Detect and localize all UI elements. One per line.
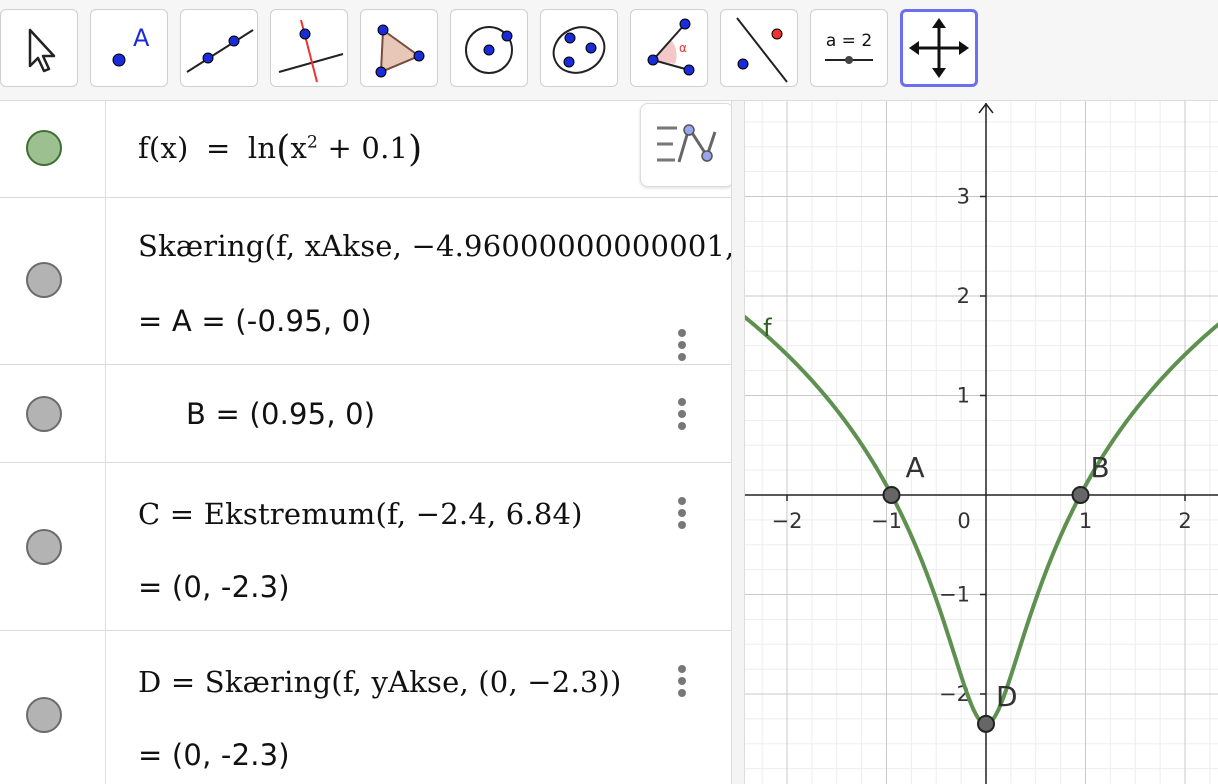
point-icon: A xyxy=(112,24,150,67)
algebra-row-a[interactable]: Skæring(f, xAkse, −4.96000000000001, 4 =… xyxy=(0,198,731,365)
function-definition[interactable]: f(x) = ln(x2 + 0.1) xyxy=(138,129,422,170)
move-arrows-icon xyxy=(909,18,969,78)
point-c-value: = (0, -2.3) xyxy=(138,570,290,604)
algebra-graph-toggle-icon xyxy=(657,124,717,163)
function-base: x xyxy=(290,131,308,165)
extremum-command-c[interactable]: C = Ekstremum(f, −2.4, 6.84) xyxy=(138,497,583,531)
algebra-row-c[interactable]: C = Ekstremum(f, −2.4, 6.84) = (0, -2.3) xyxy=(0,463,731,631)
x-tick-label: 0 xyxy=(957,509,970,533)
more-options-icon[interactable] xyxy=(677,329,687,363)
axes xyxy=(745,102,1218,784)
y-tick-label: 3 xyxy=(957,185,970,209)
equals-sign: = xyxy=(205,131,231,165)
svg-text:a = 2: a = 2 xyxy=(826,31,872,51)
function-lhs: f(x) xyxy=(138,131,189,165)
algebra-row-f[interactable]: f(x) = ln(x2 + 0.1) xyxy=(0,101,731,198)
ellipse-icon xyxy=(552,26,606,74)
algebra-row-d[interactable]: D = Skæring(f, yAkse, (0, −2.3)) = (0, -… xyxy=(0,631,731,784)
slider-tool-button[interactable]: a = 2 xyxy=(810,9,888,87)
perpendicular-line-icon xyxy=(278,19,344,83)
intersect-command-d[interactable]: D = Skæring(f, yAkse, (0, −2.3)) xyxy=(138,665,622,699)
points: A B D xyxy=(882,451,1110,733)
perpendicular-line-tool-button[interactable] xyxy=(270,9,348,87)
point-label-d: D xyxy=(996,680,1018,713)
algebra-row-b[interactable]: B = (0.95, 0) xyxy=(0,365,731,463)
function-name-ln: ln xyxy=(247,131,277,165)
y-tick-label: −1 xyxy=(939,583,970,607)
y-tick-label: 2 xyxy=(957,284,970,308)
visibility-toggle-b[interactable] xyxy=(26,396,62,432)
panel-divider[interactable] xyxy=(731,101,745,784)
function-rest: + 0.1 xyxy=(327,131,409,165)
function-curve-f[interactable] xyxy=(745,314,1218,727)
polygon-icon xyxy=(375,24,425,78)
point-a-value: = A = (-0.95, 0) xyxy=(138,304,372,338)
algebra-view: f(x) = ln(x2 + 0.1) Skæring(f, xAkse, −4… xyxy=(0,101,731,784)
line-tool-button[interactable] xyxy=(180,9,258,87)
graphics-view[interactable]: −2 −1 0 1 2 3 2 1 −1 −2 f ABD xyxy=(745,101,1218,784)
circle-icon xyxy=(465,26,513,74)
visibility-toggle-d[interactable] xyxy=(26,697,62,733)
visibility-toggle-a[interactable] xyxy=(26,262,62,298)
x-tick-label: −2 xyxy=(772,509,803,533)
angle-tool-button[interactable]: α xyxy=(630,9,708,87)
algebra-style-bar-button[interactable] xyxy=(640,103,734,187)
move-tool-button[interactable] xyxy=(0,9,78,87)
curve-label-f[interactable]: f xyxy=(763,314,772,342)
point-b-value: B = (0.95, 0) xyxy=(186,397,376,431)
more-options-icon[interactable] xyxy=(677,497,687,531)
x-tick-label: −1 xyxy=(871,509,902,533)
graphics-canvas: −2 −1 0 1 2321−1−2 f A BD xyxy=(745,101,1218,784)
conic-tool-button[interactable] xyxy=(540,9,618,87)
intersect-command-a[interactable]: Skæring(f, xAkse, −4.96000000000001, 4 xyxy=(138,229,731,263)
point-label-a: A xyxy=(905,451,924,484)
cursor-arrow-icon xyxy=(28,28,56,73)
point-d-value: = (0, -2.3) xyxy=(138,738,290,772)
y-tick-label: 1 xyxy=(957,384,970,408)
function-exponent: 2 xyxy=(307,132,319,153)
x-tick-label: 2 xyxy=(1178,509,1191,533)
circle-center-point-tool-button[interactable] xyxy=(450,9,528,87)
polygon-tool-button[interactable] xyxy=(360,9,438,87)
more-options-icon[interactable] xyxy=(677,398,687,432)
line-icon xyxy=(186,29,254,73)
reflect-line-icon xyxy=(736,17,788,83)
point-d[interactable] xyxy=(977,714,995,733)
reflect-tool-button[interactable] xyxy=(720,9,798,87)
svg-text:A: A xyxy=(133,24,150,52)
point-label-b: B xyxy=(1091,451,1110,484)
move-graphics-view-tool-button[interactable] xyxy=(900,9,978,87)
toolbar: A α a = 2 xyxy=(0,0,1218,101)
point-tool-button[interactable]: A xyxy=(90,9,168,87)
point-a[interactable] xyxy=(882,486,901,504)
point-b[interactable] xyxy=(1071,486,1090,504)
slider-icon: a = 2 xyxy=(825,31,873,64)
visibility-toggle-f[interactable] xyxy=(26,130,62,166)
more-options-icon[interactable] xyxy=(677,665,687,699)
angle-icon: α xyxy=(647,18,695,76)
grid-minor xyxy=(745,101,1218,784)
visibility-toggle-c[interactable] xyxy=(26,529,62,565)
grid-major xyxy=(745,101,1218,784)
svg-text:α: α xyxy=(679,41,687,55)
x-tick-label: 1 xyxy=(1079,509,1092,533)
